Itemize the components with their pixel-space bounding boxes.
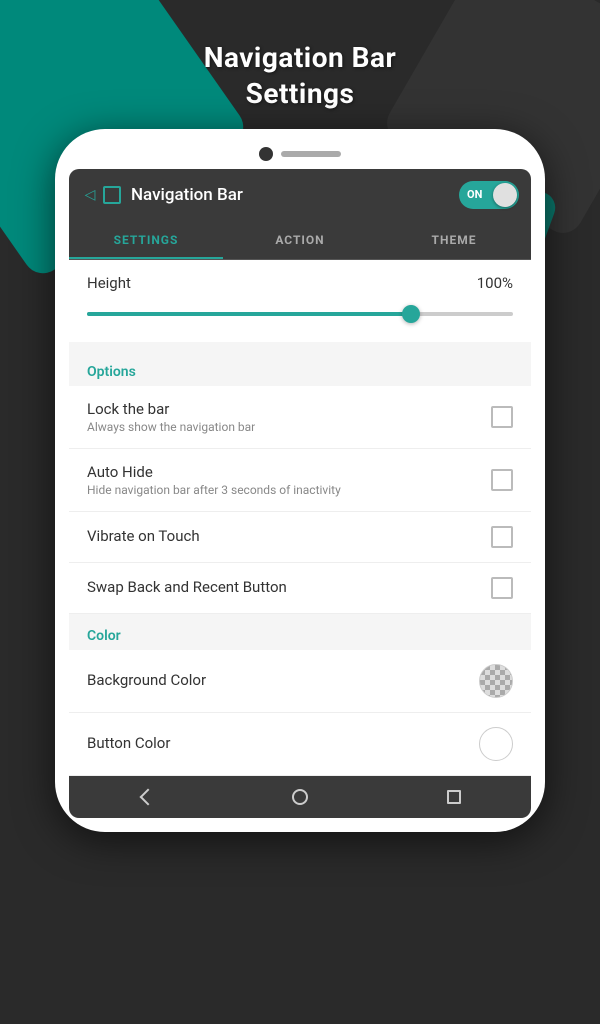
list-item-btn-color[interactable]: Button Color bbox=[69, 713, 531, 776]
nav-back-button[interactable] bbox=[132, 783, 160, 811]
height-label: Height bbox=[87, 274, 131, 292]
nav-home-button[interactable] bbox=[286, 783, 314, 811]
swap-text: Swap Back and Recent Button bbox=[87, 578, 491, 598]
swap-checkbox[interactable] bbox=[491, 577, 513, 599]
page-title-container: Navigation Bar Settings bbox=[204, 40, 397, 113]
options-header: Options bbox=[69, 350, 531, 386]
bg-color-text: Background Color bbox=[87, 671, 479, 691]
nav-recent-icon bbox=[447, 790, 461, 804]
slider-track bbox=[87, 312, 513, 316]
lock-bar-text: Lock the bar Always show the navigation … bbox=[87, 400, 491, 434]
btn-color-swatch[interactable] bbox=[479, 727, 513, 761]
height-row: Height 100% bbox=[87, 274, 513, 292]
nav-home-icon bbox=[292, 789, 308, 805]
nav-recent-button[interactable] bbox=[440, 783, 468, 811]
phone-screen: ◁ Navigation Bar ON SETTINGS ACTION THEM… bbox=[69, 169, 531, 818]
lock-bar-subtitle: Always show the navigation bar bbox=[87, 420, 491, 434]
phone-nav-bar bbox=[69, 776, 531, 818]
height-slider[interactable] bbox=[87, 304, 513, 324]
vibrate-title: Vibrate on Touch bbox=[87, 527, 491, 545]
height-value: 100% bbox=[477, 274, 513, 292]
tab-bar: SETTINGS ACTION THEME bbox=[69, 221, 531, 260]
lock-bar-title: Lock the bar bbox=[87, 400, 491, 418]
color-header: Color bbox=[69, 614, 531, 650]
bg-color-title: Background Color bbox=[87, 671, 479, 689]
btn-color-text: Button Color bbox=[87, 734, 479, 754]
phone-speaker bbox=[281, 151, 341, 157]
page-title-line2: Settings bbox=[204, 76, 397, 112]
phone-camera bbox=[259, 147, 273, 161]
btn-color-title: Button Color bbox=[87, 734, 479, 752]
phone-frame: ◁ Navigation Bar ON SETTINGS ACTION THEM… bbox=[55, 129, 545, 832]
page-title-line1: Navigation Bar bbox=[204, 40, 397, 76]
content-area: Height 100% Options Lock the bar Always … bbox=[69, 260, 531, 776]
list-item-vibrate[interactable]: Vibrate on Touch bbox=[69, 512, 531, 563]
tab-settings[interactable]: SETTINGS bbox=[69, 221, 223, 259]
toggle-label: ON bbox=[467, 188, 482, 201]
auto-hide-subtitle: Hide navigation bar after 3 seconds of i… bbox=[87, 483, 491, 497]
vibrate-checkbox[interactable] bbox=[491, 526, 513, 548]
slider-fill bbox=[87, 312, 411, 316]
list-item-bg-color[interactable]: Background Color bbox=[69, 650, 531, 713]
list-item-lock-bar[interactable]: Lock the bar Always show the navigation … bbox=[69, 386, 531, 449]
power-toggle[interactable]: ON bbox=[459, 181, 519, 209]
nav-back-icon bbox=[140, 788, 157, 805]
slider-thumb bbox=[402, 305, 420, 323]
auto-hide-checkbox[interactable] bbox=[491, 469, 513, 491]
vibrate-text: Vibrate on Touch bbox=[87, 527, 491, 547]
tab-action[interactable]: ACTION bbox=[223, 221, 377, 259]
lock-bar-checkbox[interactable] bbox=[491, 406, 513, 428]
list-item-auto-hide[interactable]: Auto Hide Hide navigation bar after 3 se… bbox=[69, 449, 531, 512]
app-header-title: Navigation Bar bbox=[131, 185, 459, 205]
toggle-knob bbox=[493, 183, 517, 207]
auto-hide-text: Auto Hide Hide navigation bar after 3 se… bbox=[87, 463, 491, 497]
square-icon bbox=[103, 186, 121, 204]
auto-hide-title: Auto Hide bbox=[87, 463, 491, 481]
back-triangle-icon: ◁ bbox=[81, 186, 99, 204]
list-item-swap[interactable]: Swap Back and Recent Button bbox=[69, 563, 531, 614]
bg-color-swatch[interactable] bbox=[479, 664, 513, 698]
nav-bar-icon: ◁ bbox=[81, 186, 121, 204]
app-header: ◁ Navigation Bar ON bbox=[69, 169, 531, 221]
swap-title: Swap Back and Recent Button bbox=[87, 578, 491, 596]
height-section: Height 100% bbox=[69, 260, 531, 342]
phone-top bbox=[69, 147, 531, 161]
tab-theme[interactable]: THEME bbox=[377, 221, 531, 259]
